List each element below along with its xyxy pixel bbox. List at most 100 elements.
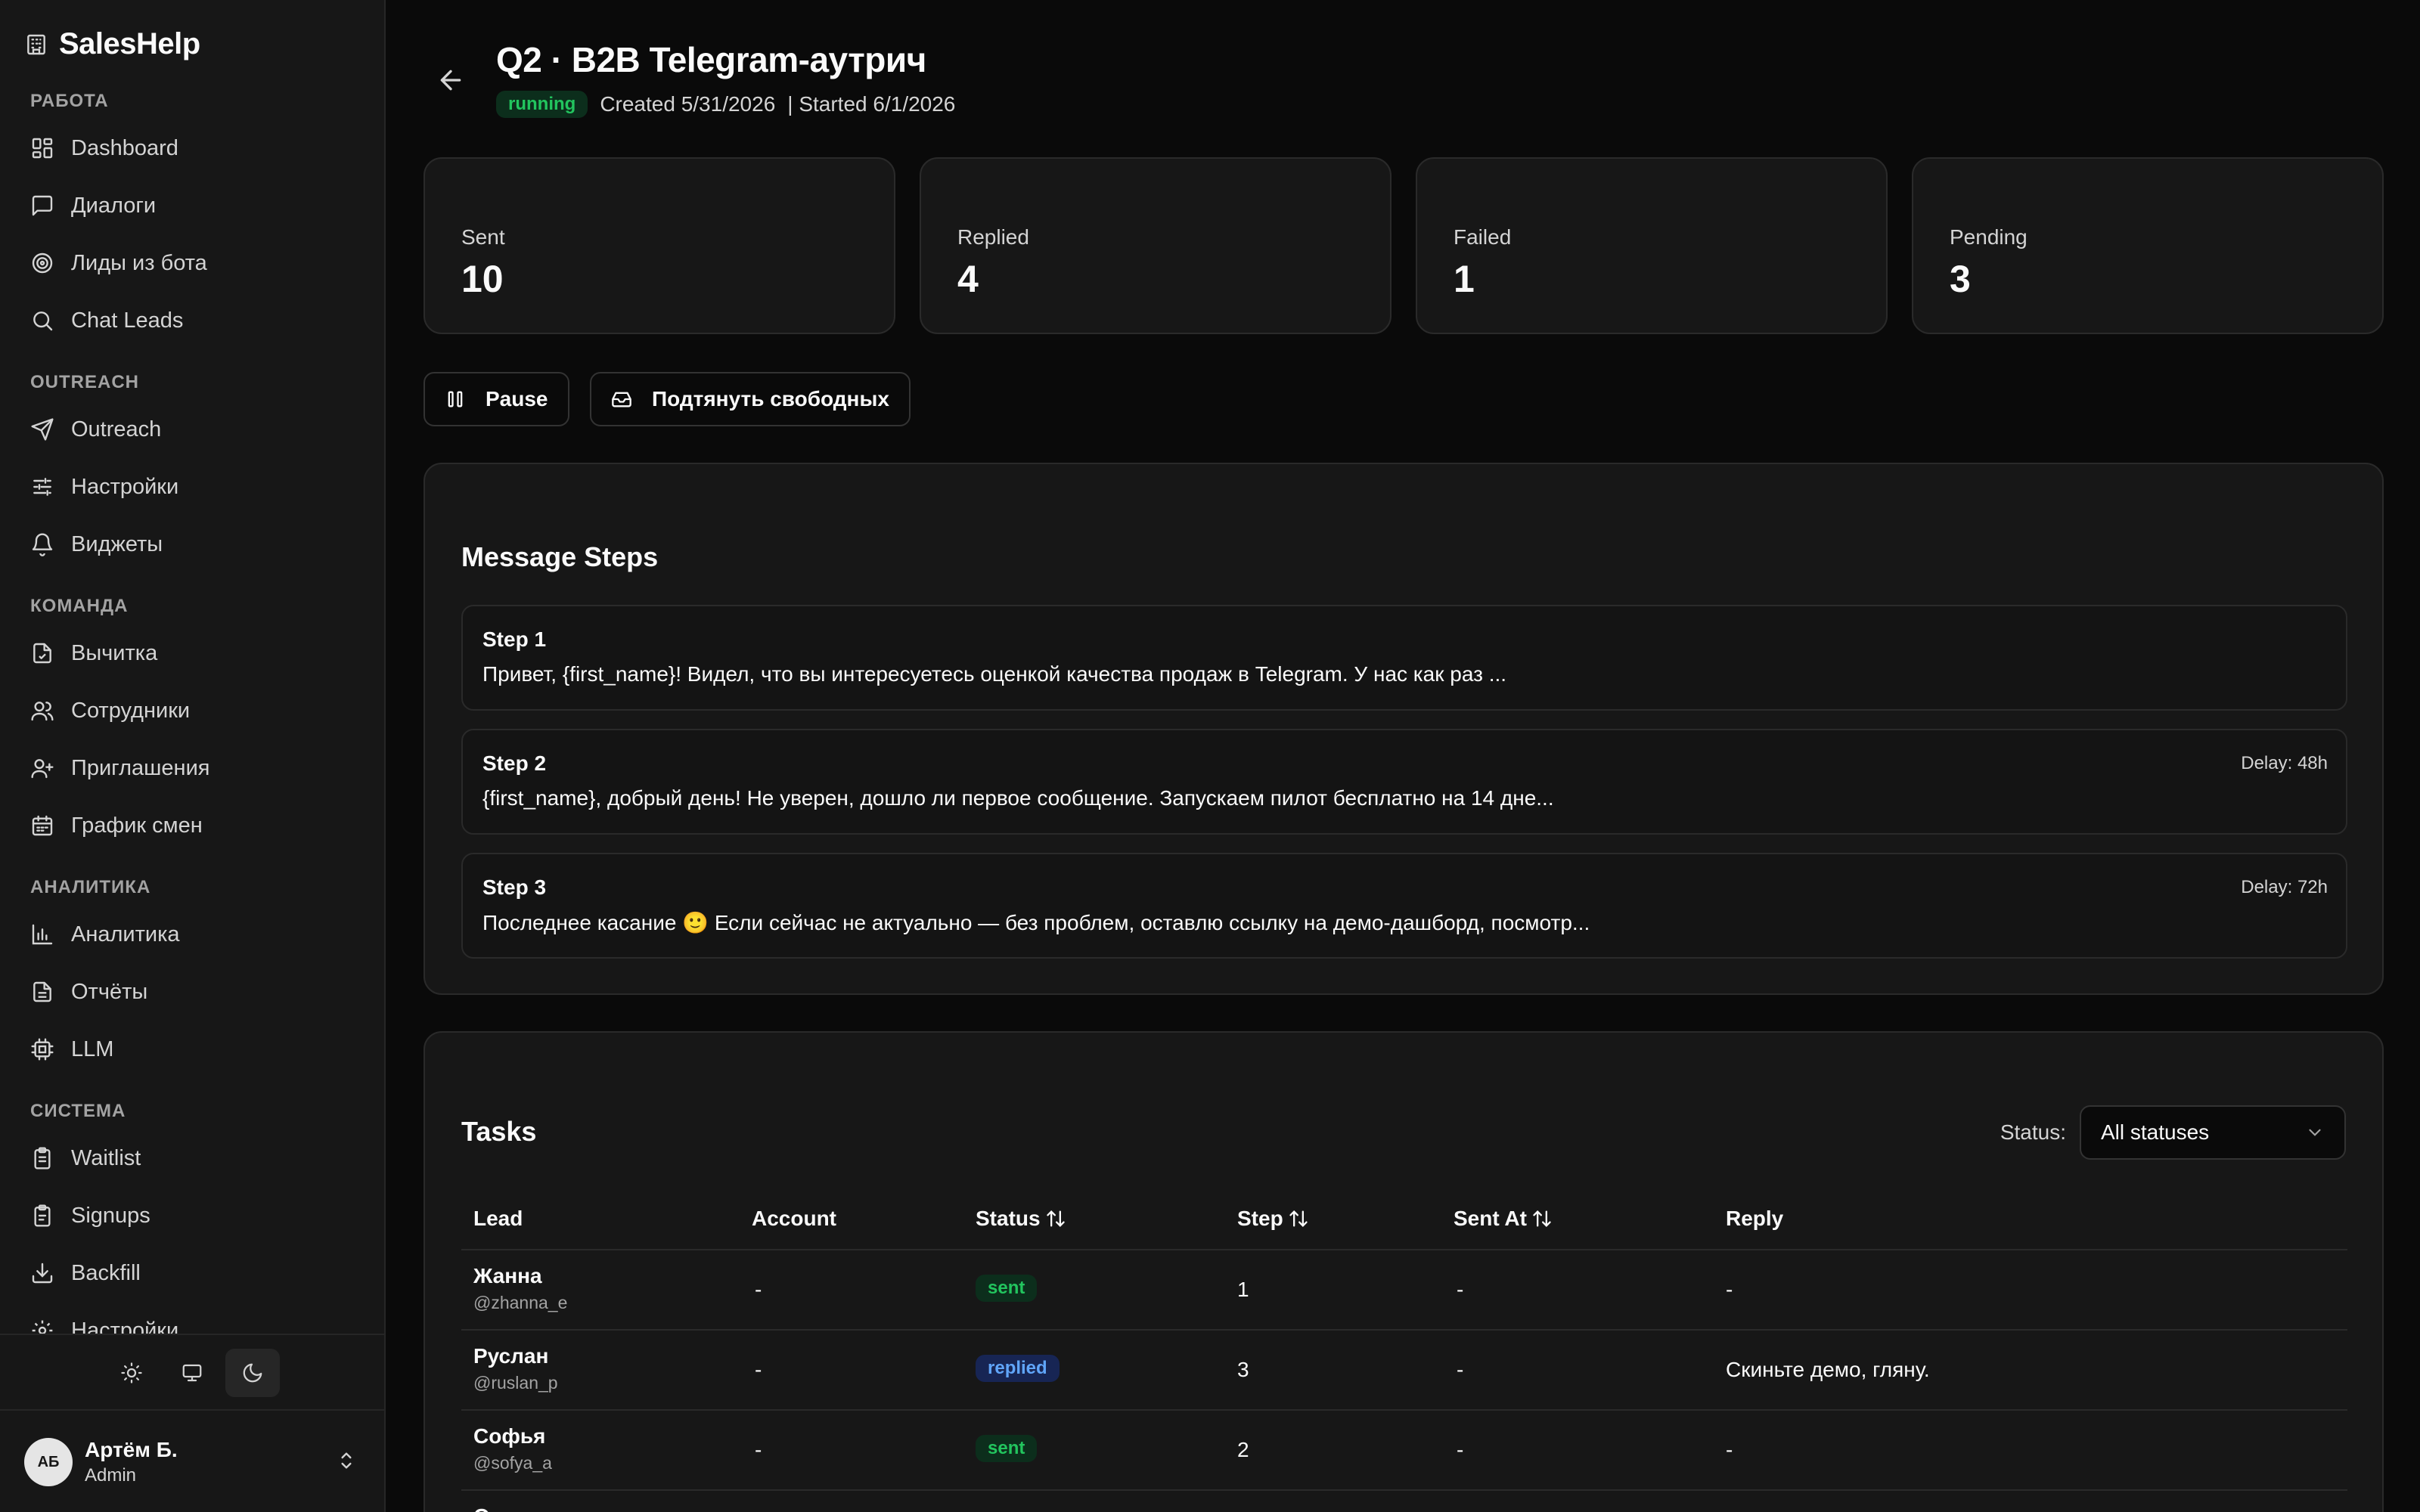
- column-sent-at-label: Sent At: [1454, 1207, 1527, 1230]
- table-row[interactable]: Жанна @zhanna_e - sent 1 - -: [461, 1250, 2347, 1331]
- calendar-icon: [32, 815, 53, 836]
- stat-label: Sent: [461, 225, 505, 249]
- column-reply-label: Reply: [1726, 1207, 1784, 1230]
- sidebar-item-widgets[interactable]: Виджеты: [18, 520, 366, 569]
- sent-at-cell: -: [1457, 1358, 1464, 1381]
- sidebar-item-signups[interactable]: Signups: [18, 1191, 366, 1240]
- status-badge: sent: [976, 1275, 1038, 1302]
- send-icon: [31, 418, 54, 441]
- file-text-icon: [33, 981, 51, 1002]
- theme-switcher: [104, 1349, 280, 1397]
- stat-label: Replied: [957, 225, 1029, 249]
- message-steps-title: Message Steps: [461, 541, 659, 572]
- brand[interactable]: SalesHelp: [24, 27, 200, 61]
- user-plus-icon: [31, 759, 54, 779]
- sidebar-item-dialogs[interactable]: Диалоги: [18, 181, 366, 230]
- sidebar-item-schedule[interactable]: График смен: [18, 801, 366, 850]
- sidebar-item-settings[interactable]: Настройки: [18, 463, 366, 511]
- section-label-system: СИСТЕМА: [30, 1101, 126, 1121]
- stat-card-replied: Replied 4: [920, 157, 1392, 334]
- column-step[interactable]: Step: [1237, 1207, 1309, 1231]
- lead-name: Руслан: [473, 1344, 549, 1368]
- sidebar-item-llm[interactable]: LLM: [18, 1025, 366, 1074]
- stat-value: 4: [957, 258, 979, 300]
- tasks-panel: Tasks Status: All statuses Lead Account …: [424, 1031, 2384, 1512]
- app-root: SalesHelp РАБОТА Dashboard Диалоги Лиды …: [0, 0, 2420, 1512]
- step-cell: 1: [1237, 1278, 1249, 1301]
- column-status[interactable]: Status: [976, 1207, 1066, 1231]
- status-select[interactable]: All statuses: [2080, 1105, 2346, 1160]
- sidebar: SalesHelp РАБОТА Dashboard Диалоги Лиды …: [0, 0, 386, 1512]
- sidebar-item-outreach[interactable]: Outreach: [18, 405, 366, 454]
- column-lead: Lead: [473, 1207, 523, 1231]
- user-role: Admin: [85, 1465, 137, 1486]
- sidebar-item-invites[interactable]: Приглашения: [18, 744, 366, 792]
- reply-cell: Скиньте демо, гляну.: [1726, 1358, 1930, 1381]
- stat-value: 1: [1454, 258, 1475, 300]
- status-select-value: All statuses: [2101, 1120, 2210, 1144]
- table-row[interactable]: Руслан @ruslan_p - replied 3 - Скиньте д…: [461, 1331, 2347, 1411]
- step-card-3[interactable]: Step 3 Delay: 72h Последнее касание 🙂 Ес…: [461, 853, 2347, 959]
- column-reply: Reply: [1726, 1207, 1783, 1231]
- step-text: Последнее касание 🙂 Если сейчас не актуа…: [482, 911, 1590, 934]
- sidebar-item-chat-leads[interactable]: Chat Leads: [18, 296, 366, 345]
- bell-icon: [32, 533, 53, 556]
- status-cell: sent: [976, 1435, 1038, 1462]
- sidebar-item-reports[interactable]: Отчёты: [18, 968, 366, 1016]
- layout-grid-icon: [32, 138, 53, 159]
- stat-card-pending: Pending 3: [1912, 157, 2384, 334]
- sidebar-item-label: Вычитка: [71, 640, 158, 665]
- message-steps-panel: Message Steps Step 1 Привет, {first_name…: [424, 463, 2384, 995]
- table-row[interactable]: Софья @sofya_a - sent 2 - -: [461, 1411, 2347, 1491]
- sliders-icon: [33, 478, 51, 496]
- step-card-2[interactable]: Step 2 Delay: 48h {first_name}, добрый д…: [461, 729, 2347, 835]
- sidebar-item-analytics[interactable]: Аналитика: [18, 910, 366, 959]
- sidebar-item-backfill[interactable]: Backfill: [18, 1249, 366, 1297]
- tasks-table: Lead Account Status Step Sent At Reply Ж…: [461, 1191, 2347, 1512]
- chevrons-up-down-icon: [341, 1452, 352, 1469]
- step-cell: 2: [1237, 1438, 1249, 1461]
- column-account-label: Account: [752, 1207, 836, 1230]
- bar-chart-icon: [32, 924, 53, 945]
- stat-value: 10: [461, 258, 504, 300]
- monitor-icon: [182, 1364, 202, 1382]
- account-cell: -: [755, 1438, 762, 1461]
- sidebar-item-bot-leads[interactable]: Лиды из бота: [18, 239, 366, 287]
- sidebar-item-label: Лиды из бота: [71, 250, 207, 275]
- table-row[interactable]: Олег sent: [461, 1491, 2347, 1512]
- brand-name: SalesHelp: [59, 27, 200, 60]
- status-cell: sent: [976, 1275, 1038, 1302]
- lead-name: Софья: [473, 1424, 546, 1448]
- chevron-down-icon: [2309, 1129, 2321, 1136]
- user-menu[interactable]: АБ Артём Б. Admin: [0, 1409, 384, 1512]
- sort-icon: [1289, 1210, 1308, 1227]
- step-name: Step 1: [482, 627, 547, 651]
- sidebar-item-dashboard[interactable]: Dashboard: [18, 124, 366, 172]
- pull-free-button[interactable]: Подтянуть свободных: [590, 372, 911, 426]
- column-step-label: Step: [1237, 1207, 1283, 1230]
- moon-icon: [243, 1363, 262, 1383]
- sidebar-item-waitlist[interactable]: Waitlist: [18, 1134, 366, 1182]
- stat-card-sent: Sent 10: [424, 157, 895, 334]
- sidebar-item-label: Outreach: [71, 417, 162, 442]
- dark-theme-button[interactable]: [225, 1349, 280, 1397]
- light-theme-button[interactable]: [104, 1349, 159, 1397]
- sidebar-item-employees[interactable]: Сотрудники: [18, 686, 366, 735]
- sidebar-item-label: Chat Leads: [71, 308, 184, 333]
- arrow-left-icon[interactable]: [436, 65, 466, 95]
- sidebar-item-review[interactable]: Вычитка: [18, 629, 366, 677]
- sidebar-nav[interactable]: SalesHelp РАБОТА Dashboard Диалоги Лиды …: [0, 0, 384, 1334]
- column-lead-label: Lead: [473, 1207, 523, 1230]
- sidebar-item-label: График смен: [71, 813, 203, 838]
- column-sent-at[interactable]: Sent At: [1454, 1207, 1553, 1231]
- sidebar-item-system-settings[interactable]: Настройки: [18, 1306, 366, 1334]
- column-status-label: Status: [976, 1207, 1041, 1230]
- step-card-1[interactable]: Step 1 Привет, {first_name}! Видел, что …: [461, 605, 2347, 711]
- pause-button[interactable]: Pause: [424, 372, 569, 426]
- status-cell: replied: [976, 1355, 1060, 1382]
- sent-at-cell: -: [1457, 1438, 1464, 1461]
- system-theme-button[interactable]: [165, 1349, 219, 1397]
- sun-icon: [121, 1362, 142, 1383]
- status-filter-label: Status:: [2000, 1120, 2066, 1144]
- tasks-title: Tasks: [461, 1116, 537, 1147]
